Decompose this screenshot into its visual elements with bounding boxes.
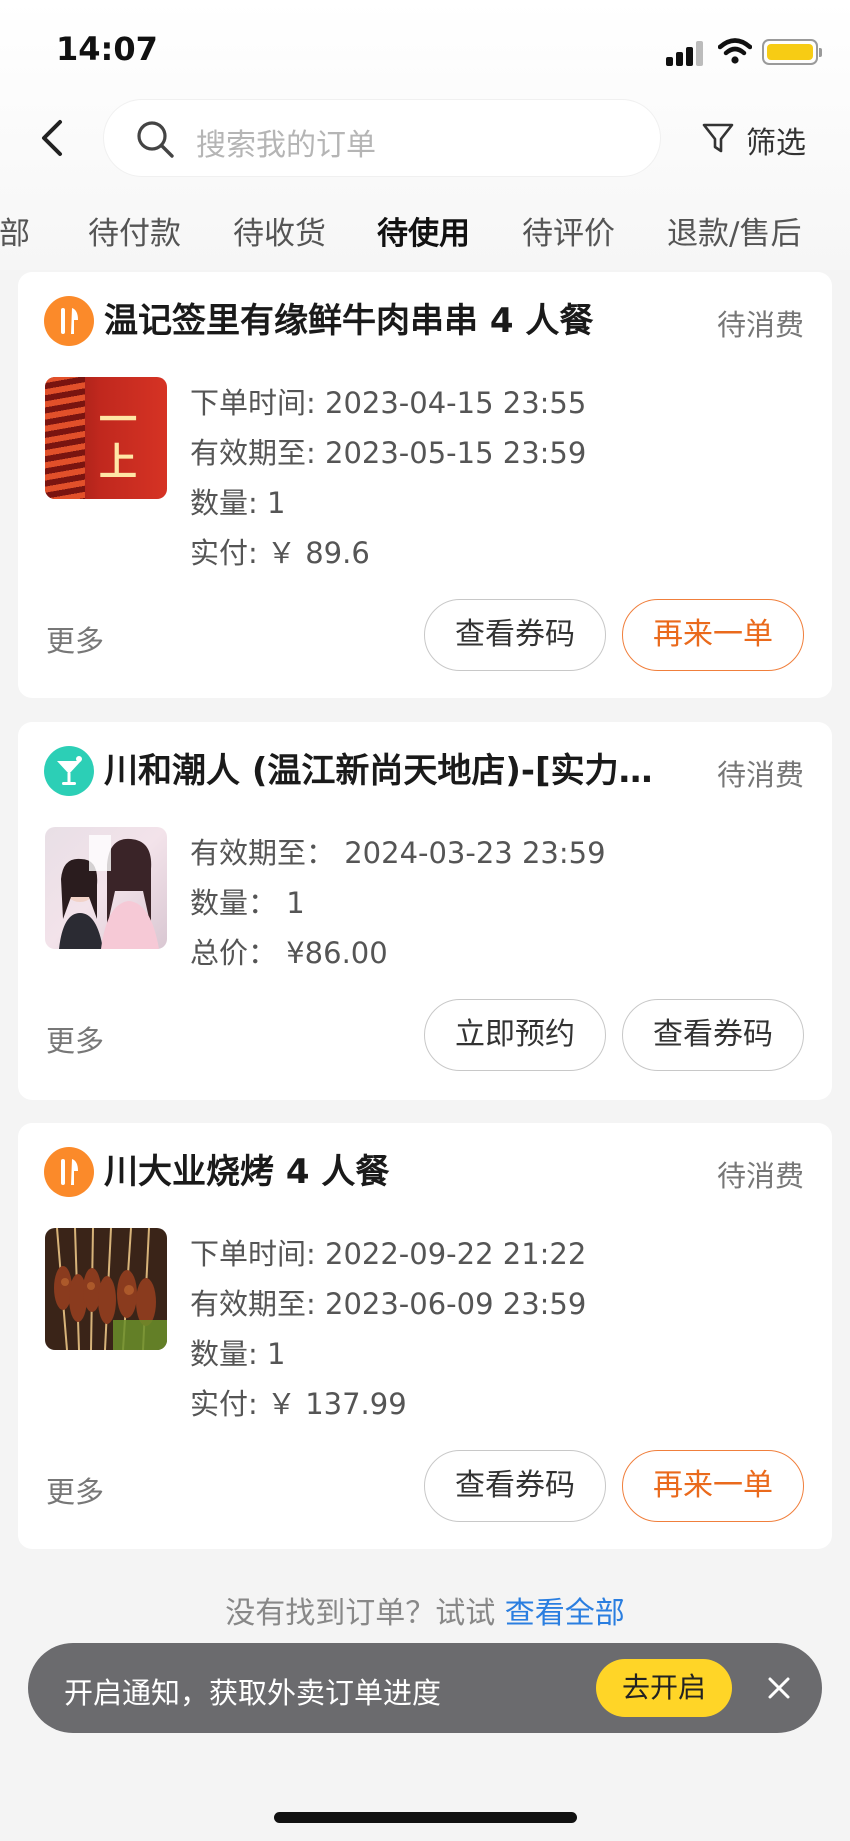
status-time: 14:07 [56,30,158,68]
order-time: 下单时间: 2023-04-15 23:55 [190,386,587,420]
back-arrow-icon[interactable] [30,114,74,162]
shop-name[interactable]: 川大业烧烤 4 人餐 [104,1147,704,1197]
tab-pending-use-label: 待使用 [377,216,470,252]
search-icon [137,121,174,158]
portrait-graphic [59,835,159,949]
filter-icon [702,123,734,153]
order-card[interactable]: 川和潮人 (温江新尚天地店)-[实力… 待消费 有效期至： 2024-03-23… [18,722,832,1100]
amount-paid: 实付: ￥ 137.99 [190,1387,407,1421]
reorder-button[interactable]: 再来一单 [622,1450,804,1522]
hint-text: 没有找到订单？试试 [225,1596,496,1631]
tab-refund[interactable]: 退款/售后 [667,208,801,253]
tab-pending-delivery[interactable]: 待收货 [233,208,326,253]
more-button[interactable]: 更多 [46,1469,104,1511]
valid-until: 有效期至: 2023-06-09 23:59 [190,1287,587,1321]
home-indicator [274,1812,577,1823]
quantity: 数量: 1 [190,1337,286,1371]
order-time: 下单时间: 2022-09-22 21:22 [190,1237,587,1271]
view-voucher-code-button[interactable]: 查看券码 [424,599,606,671]
order-card[interactable]: 川大业烧烤 4 人餐 待消费 下单时间: 2022-09-22 21:22 有效… [18,1123,832,1549]
view-all-link[interactable]: 查看全部 [505,1596,625,1631]
shop-name[interactable]: 温记签里有缘鲜牛肉串串 4 人餐 [104,296,704,346]
deal-thumbnail[interactable]: 一 上 [45,377,167,499]
deal-thumbnail[interactable] [45,1228,167,1350]
filter-label: 筛选 [746,126,806,161]
order-status: 待消费 [716,308,804,342]
skewers-graphic [54,1228,167,1350]
quantity: 数量： 1 [190,886,305,920]
cellular-signal-icon [666,40,706,66]
more-button[interactable]: 更多 [46,1018,104,1060]
amount-paid: 实付: ￥ 89.6 [190,536,370,570]
battery-icon [762,39,822,65]
shop-name[interactable]: 川和潮人 (温江新尚天地店)-[实力… [104,746,700,796]
quantity: 数量: 1 [190,486,286,520]
tab-pending-review[interactable]: 待评价 [522,208,615,253]
tab-all[interactable]: 全部 [0,208,30,253]
notification-banner: 开启通知，获取外卖订单进度 去开启 [28,1643,822,1733]
header: 搜索我的订单 筛选 [0,100,850,176]
notification-text: 开启通知，获取外卖订单进度 [64,1676,442,1710]
book-now-button[interactable]: 立即预约 [424,999,606,1071]
restaurant-icon [44,1147,94,1197]
enable-notification-button[interactable]: 去开启 [596,1659,732,1717]
valid-until: 有效期至： 2024-03-23 23:59 [190,836,606,870]
tab-pending-use[interactable]: 待使用 [377,208,470,257]
tab-pending-payment[interactable]: 待付款 [88,208,181,253]
view-voucher-code-button[interactable]: 查看券码 [424,1450,606,1522]
order-card[interactable]: 温记签里有缘鲜牛肉串串 4 人餐 待消费 一 上 下单时间: 2023-04-1… [18,272,832,698]
restaurant-icon [44,296,94,346]
wifi-icon [718,38,752,64]
total-price: 总价： ¥86.00 [190,936,388,970]
order-status: 待消费 [716,1159,804,1193]
cocktail-icon [44,746,94,796]
view-voucher-code-button[interactable]: 查看券码 [622,999,804,1071]
no-orders-hint: 没有找到订单？试试 查看全部 [0,1588,850,1632]
close-icon[interactable] [763,1672,795,1704]
thumbnail-text: 一 上 [99,398,138,484]
order-tabs: 全部 待付款 待收货 待使用 待评价 退款/售后 [0,208,850,258]
order-status: 待消费 [716,758,804,792]
valid-until: 有效期至: 2023-05-15 23:59 [190,436,587,470]
search-placeholder: 搜索我的订单 [196,128,376,163]
status-bar: 14:07 [0,0,850,100]
reorder-button[interactable]: 再来一单 [622,599,804,671]
more-button[interactable]: 更多 [46,618,104,660]
search-input[interactable]: 搜索我的订单 [104,100,660,176]
deal-thumbnail[interactable] [45,827,167,949]
